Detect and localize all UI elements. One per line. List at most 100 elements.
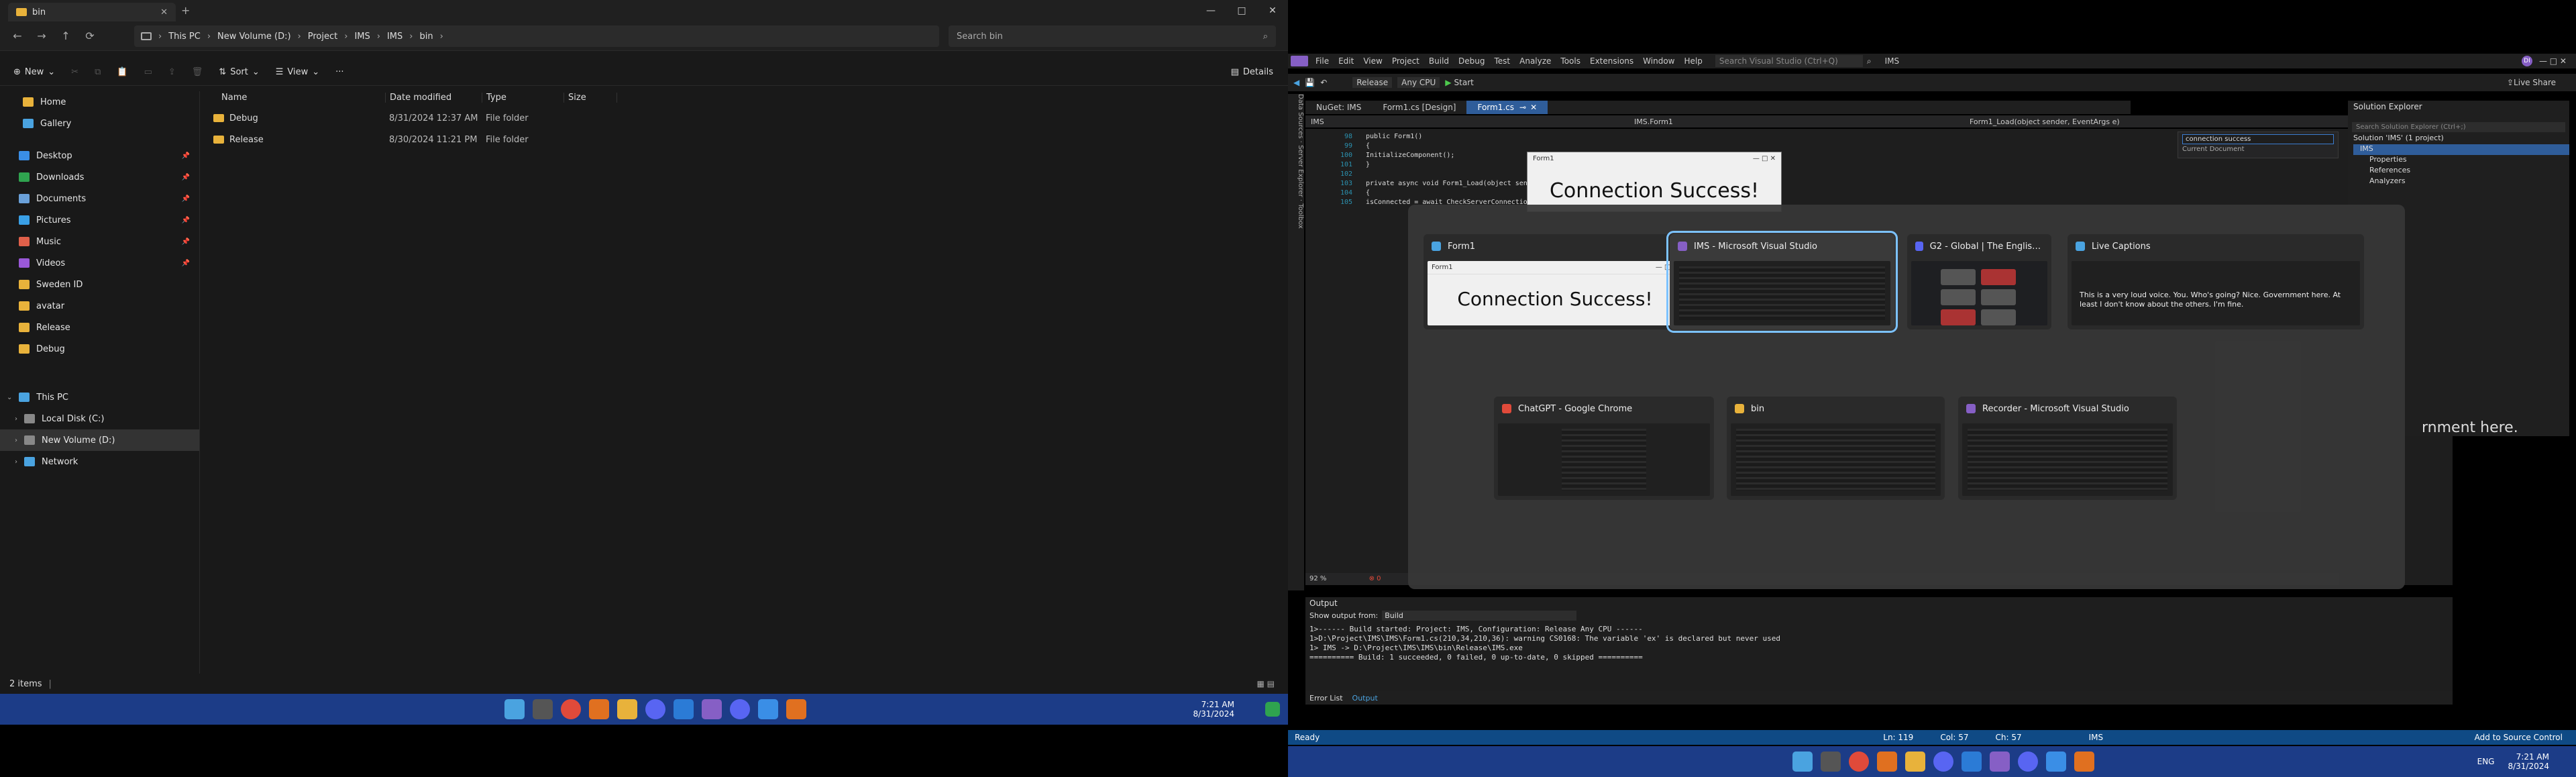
new-tab-button[interactable]: + [181, 4, 190, 17]
pin-icon[interactable]: 📌 [182, 152, 190, 160]
app-icon[interactable] [589, 699, 609, 719]
sidebar-item-avatar[interactable]: avatar [0, 295, 199, 317]
chrome-icon[interactable] [1849, 752, 1869, 772]
table-row[interactable]: Debug 8/31/2024 12:37 AM File folder [208, 107, 1281, 129]
tab-error-list[interactable]: Error List [1309, 694, 1343, 703]
explorer-tab[interactable]: bin ✕ [8, 3, 176, 21]
task-view-icon[interactable] [533, 699, 553, 719]
chevron-icon[interactable]: › [15, 437, 17, 444]
class-dropdown[interactable]: IMS.Form1 [1634, 117, 1970, 126]
sidebar-item-home[interactable]: Home [0, 91, 199, 113]
menu-view[interactable]: View [1358, 56, 1387, 66]
column-date-modified[interactable]: Date modified [385, 92, 482, 103]
solution-item[interactable]: Solution 'IMS' (1 project) [2353, 134, 2569, 144]
switcher-card-form[interactable]: Form1 Form1— □ ✕ Connection Success! [1424, 234, 1686, 329]
close-button[interactable]: ✕ [1257, 5, 1288, 16]
recorder-icon[interactable] [786, 699, 806, 719]
sidebar-item-gallery[interactable]: Gallery [0, 113, 199, 134]
chevron-icon[interactable]: › [15, 458, 17, 466]
tree-item-network[interactable]: › Network [0, 451, 199, 472]
view-button[interactable]: ☰ View ⌄ [268, 67, 327, 77]
clock[interactable]: 7:21 AM 8/31/2024 [1193, 700, 1234, 719]
file-explorer-icon[interactable] [617, 699, 637, 719]
column-name[interactable]: Name [208, 93, 385, 103]
menu-analyze[interactable]: Analyze [1515, 56, 1556, 66]
app-icon[interactable] [758, 699, 778, 719]
tree-item-this-pc[interactable]: ⌄ This PC [0, 386, 199, 408]
tree-item-local-disk-c-[interactable]: › Local Disk (C:) [0, 408, 199, 429]
paste-icon[interactable]: 📋 [109, 67, 136, 77]
find-input[interactable]: connection success [2182, 134, 2334, 144]
file-explorer-icon[interactable] [1905, 752, 1925, 772]
menu-window[interactable]: Window [1638, 56, 1679, 66]
undo-icon[interactable]: ↶ [1320, 78, 1327, 87]
tab-nuget[interactable]: NuGet: IMS [1305, 101, 1372, 114]
breadcrumb-bin[interactable]: bin [419, 32, 433, 42]
menu-tools[interactable]: Tools [1556, 56, 1585, 66]
platform-dropdown[interactable]: Any CPU [1397, 77, 1440, 88]
close-icon[interactable]: ✕ [1530, 103, 1537, 112]
table-row[interactable]: Release 8/30/2024 11:21 PM File folder [208, 129, 1281, 150]
sidebar-item-videos[interactable]: Videos 📌 [0, 252, 199, 274]
switcher-card-vs[interactable]: Recorder - Microsoft Visual Studio [1958, 397, 2177, 500]
solution-search-input[interactable]: Search Solution Explorer (Ctrl+;) [2352, 122, 2565, 132]
output-source-dropdown[interactable]: Build [1382, 611, 1577, 621]
switcher-card-chrome[interactable]: ChatGPT - Google Chrome [1494, 397, 1714, 500]
notification-icon[interactable] [1265, 702, 1280, 717]
column-size[interactable]: Size [564, 92, 617, 103]
pin-icon[interactable]: 📌 [182, 260, 190, 267]
menu-test[interactable]: Test [1489, 56, 1515, 66]
switcher-card-captions[interactable]: Live Captions This is a very loud voice. … [2068, 234, 2364, 329]
member-dropdown[interactable]: Form1_Load(object sender, EventArgs e) [1970, 117, 2120, 126]
menu-build[interactable]: Build [1424, 56, 1454, 66]
add-to-source-control-button[interactable]: Add to Source Control [2475, 733, 2563, 742]
menu-edit[interactable]: Edit [1334, 56, 1358, 66]
menu-file[interactable]: File [1311, 56, 1334, 66]
column-type[interactable]: Type [482, 92, 564, 103]
breadcrumb-ims[interactable]: IMS [354, 32, 370, 42]
delete-icon[interactable]: 🗑 [184, 67, 211, 77]
find-scope[interactable]: Current Document [2182, 146, 2334, 153]
chrome-icon[interactable] [561, 699, 581, 719]
new-button[interactable]: ⊕ New ⌄ [5, 67, 63, 77]
view-toggle-icon[interactable]: ▦ ▤ [1257, 679, 1275, 688]
switcher-card-discord[interactable]: G2 - Global | The English Hub... [1907, 234, 2051, 329]
discord-icon[interactable] [1933, 752, 1953, 772]
breadcrumb-this-pc[interactable]: This PC [168, 32, 201, 42]
vscode-icon[interactable] [1962, 752, 1982, 772]
visual-studio-icon[interactable] [1990, 752, 2010, 772]
clock[interactable]: 7:21 AM 8/31/2024 [2508, 752, 2549, 771]
project-dropdown[interactable]: IMS [1305, 117, 1634, 126]
app-icon[interactable] [2046, 752, 2066, 772]
start-icon[interactable] [504, 699, 525, 719]
cut-icon[interactable]: ✂ [63, 67, 87, 77]
sidebar-item-sweden-id[interactable]: Sweden ID [0, 274, 199, 295]
tab-output[interactable]: Output [1352, 694, 1378, 703]
config-dropdown[interactable]: Release [1352, 77, 1393, 88]
visual-studio-icon[interactable] [702, 699, 722, 719]
tab-form-cs[interactable]: Form1.cs ⊸ ✕ [1466, 101, 1548, 114]
sidebar-item-release[interactable]: Release [0, 317, 199, 338]
sidebar-item-music[interactable]: Music 📌 [0, 231, 199, 252]
refresh-button[interactable]: ⟳ [79, 25, 101, 47]
discord-icon[interactable] [730, 699, 750, 719]
close-tab-icon[interactable]: ✕ [160, 7, 168, 17]
breadcrumb-project[interactable]: Project [308, 32, 337, 42]
window-controls[interactable]: — □ ✕ [1753, 155, 1776, 164]
recorder-icon[interactable] [2074, 752, 2094, 772]
start-icon[interactable] [1792, 752, 1813, 772]
solution-item[interactable]: IMS [2353, 144, 2569, 155]
switcher-card-vs[interactable]: IMS - Microsoft Visual Studio [1666, 231, 1898, 333]
menu-help[interactable]: Help [1679, 56, 1707, 66]
switcher-card-explorer[interactable]: bin [1727, 397, 1945, 500]
tree-item-new-volume-d-[interactable]: › New Volume (D:) [0, 429, 199, 451]
menu-extensions[interactable]: Extensions [1585, 56, 1638, 66]
pin-icon[interactable]: 📌 [182, 195, 190, 203]
sidebar-item-desktop[interactable]: Desktop 📌 [0, 145, 199, 166]
up-button[interactable]: ↑ [55, 25, 76, 47]
minimize-button[interactable]: — [1195, 5, 1226, 16]
share-icon[interactable]: ⇪ [160, 67, 184, 77]
details-button[interactable]: ▤ Details [1223, 67, 1281, 77]
sidebar-item-pictures[interactable]: Pictures 📌 [0, 209, 199, 231]
sort-button[interactable]: ⇅ Sort ⌄ [211, 67, 267, 77]
